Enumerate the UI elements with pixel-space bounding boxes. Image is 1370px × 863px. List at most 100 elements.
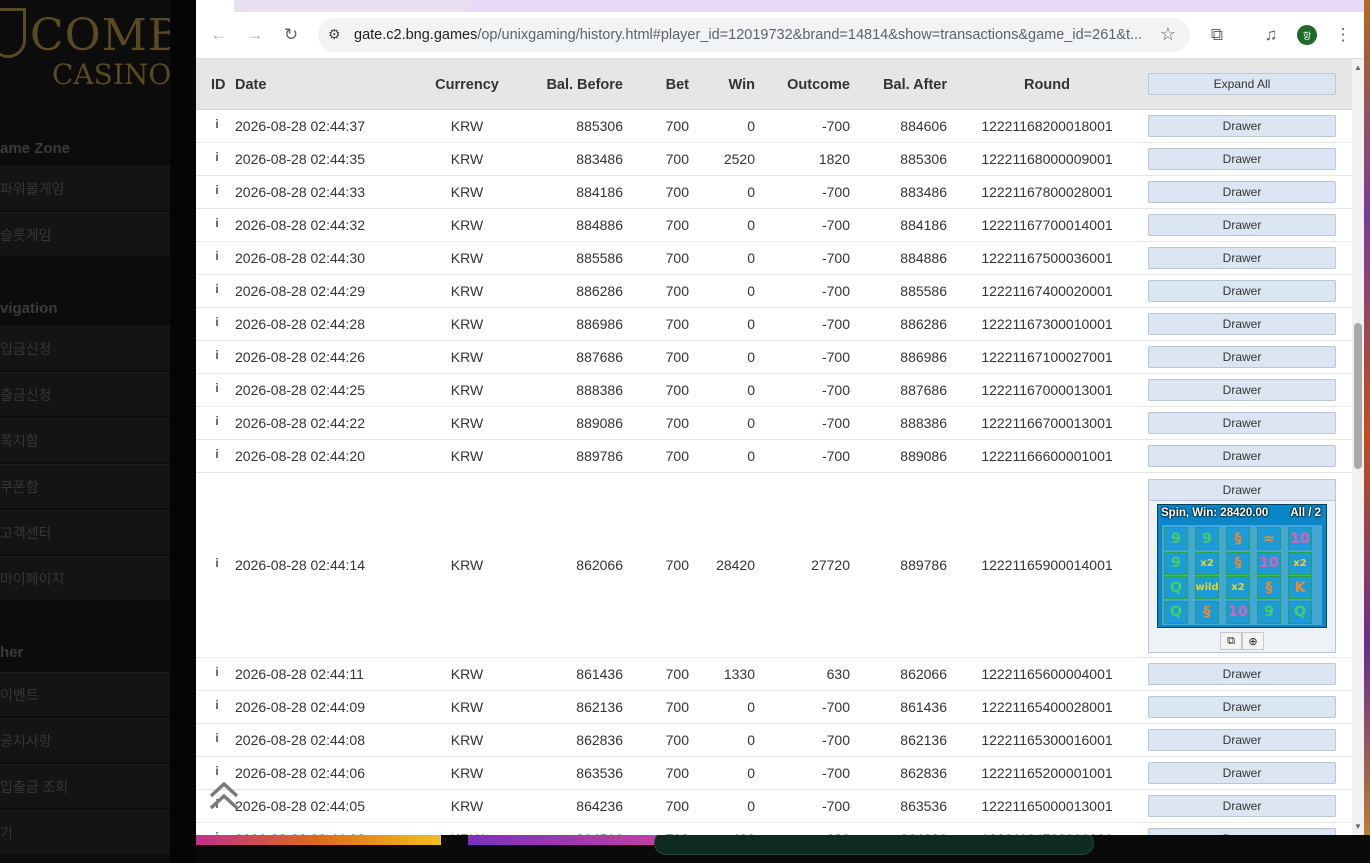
sidebar-item[interactable]: 슬롯게임 bbox=[0, 212, 170, 256]
cell-bal-before: 889786 bbox=[576, 448, 623, 464]
slot-symbol: § bbox=[1226, 527, 1250, 550]
zoom-icon[interactable]: ⊕ bbox=[1242, 632, 1264, 650]
info-icon[interactable]: i bbox=[212, 830, 222, 835]
sidebar-item[interactable]: 마이페이지 bbox=[0, 556, 170, 600]
cell-currency: KRW bbox=[450, 732, 484, 748]
drawer-button[interactable]: Drawer bbox=[1148, 280, 1336, 302]
cell-win: 0 bbox=[747, 765, 755, 781]
expand-all-button[interactable]: Expand All bbox=[1148, 73, 1336, 95]
cell-round: 12221167100027001 bbox=[981, 349, 1113, 365]
sidebar-item[interactable]: 고객센터 bbox=[0, 510, 170, 554]
drawer-button[interactable]: Drawer bbox=[1148, 445, 1336, 467]
profile-avatar[interactable]: 항 bbox=[1297, 25, 1317, 45]
cell-win: 420 bbox=[696, 831, 755, 835]
info-icon[interactable]: i bbox=[212, 348, 222, 362]
sidebar-item[interactable]: 공지사항 bbox=[0, 718, 170, 762]
reload-icon[interactable]: ↻ bbox=[278, 22, 304, 48]
tab-strip bbox=[196, 0, 1364, 12]
slot-symbol: wild bbox=[1195, 576, 1219, 599]
cell-currency: KRW bbox=[450, 699, 484, 715]
cell-outcome: -700 bbox=[821, 382, 850, 398]
info-icon[interactable]: i bbox=[212, 764, 222, 778]
spin-preview-image[interactable]: Spin, Win: 28420.00 All / 2 9 9 § ≈10 9 x2 § 10 x2… bbox=[1157, 504, 1327, 628]
cell-date: 2026-08-28 02:44:28 bbox=[235, 316, 365, 332]
tab[interactable] bbox=[196, 0, 234, 12]
info-icon[interactable]: i bbox=[212, 315, 222, 329]
slot-symbol: Q bbox=[1164, 600, 1188, 624]
cell-bet: 700 bbox=[665, 217, 689, 233]
drawer-button[interactable]: Drawer bbox=[1148, 663, 1336, 685]
drawer-button[interactable]: Drawer bbox=[1148, 828, 1336, 835]
info-icon[interactable]: i bbox=[212, 556, 222, 570]
info-icon[interactable]: i bbox=[212, 216, 222, 230]
cell-date: 2026-08-28 02:44:22 bbox=[235, 415, 365, 431]
sidebar-item[interactable]: 입출금 조회 bbox=[0, 764, 170, 808]
info-icon[interactable]: i bbox=[212, 282, 222, 296]
drawer-button[interactable]: Drawer bbox=[1148, 346, 1336, 368]
drawer-button[interactable]: Drawer bbox=[1148, 795, 1336, 817]
info-icon[interactable]: i bbox=[212, 249, 222, 263]
drawer-button[interactable]: Drawer bbox=[1148, 148, 1336, 170]
col-bet: Bet bbox=[665, 77, 689, 93]
drawer-button[interactable]: Drawer bbox=[1148, 115, 1336, 137]
bookmark-star-icon[interactable]: ☆ bbox=[1160, 24, 1176, 45]
drawer-button[interactable]: Drawer bbox=[1148, 181, 1336, 203]
back-arrow-icon[interactable]: ← bbox=[206, 22, 232, 48]
sidebar-item[interactable]: 파워볼게임 bbox=[0, 166, 170, 210]
sidebar-item[interactable]: 입금신청 bbox=[0, 326, 170, 370]
forward-arrow-icon[interactable]: → bbox=[242, 22, 268, 48]
scroll-up-arrow-icon[interactable]: ▲ bbox=[1354, 63, 1362, 72]
info-icon[interactable]: i bbox=[212, 447, 222, 461]
info-icon[interactable]: i bbox=[212, 665, 222, 679]
sidebar-item[interactable]: 이벤트 bbox=[0, 672, 170, 716]
vertical-scrollbar[interactable]: ▲ ▼ bbox=[1352, 59, 1364, 835]
drawer-button[interactable]: Drawer bbox=[1148, 214, 1336, 236]
scroll-down-arrow-icon[interactable]: ▼ bbox=[1354, 822, 1362, 831]
sidebar-item[interactable]: 출금신청 bbox=[0, 372, 170, 416]
extensions-icon[interactable]: ⧉ bbox=[1204, 22, 1230, 48]
sidebar-item[interactable]: 쿠폰함 bbox=[0, 464, 170, 508]
copy-icon[interactable]: ⧉ bbox=[1220, 632, 1242, 650]
drawer-button[interactable]: Drawer bbox=[1148, 479, 1336, 501]
screen: COMBO CASINO ame Zone 파워볼게임 슬롯게임 vigatio… bbox=[0, 0, 1370, 863]
url-text[interactable]: gate.c2.bng.games/op/unixgaming/history.… bbox=[354, 27, 1144, 43]
info-icon[interactable]: i bbox=[212, 414, 222, 428]
cell-bal-after: 863536 bbox=[900, 798, 947, 814]
drawer-button[interactable]: Drawer bbox=[1148, 247, 1336, 269]
sidebar-item[interactable]: 쪽지함 bbox=[0, 418, 170, 462]
info-icon[interactable]: i bbox=[212, 150, 222, 164]
drawer-button[interactable]: Drawer bbox=[1148, 412, 1336, 434]
scroll-to-top-chevron-icon[interactable] bbox=[208, 780, 240, 814]
cell-currency: KRW bbox=[450, 151, 484, 167]
info-icon[interactable]: i bbox=[212, 117, 222, 131]
cell-bal-before: 861436 bbox=[576, 666, 623, 682]
menu-kebab-icon[interactable]: ⋮ bbox=[1330, 22, 1356, 48]
sidebar-item[interactable]: 기 bbox=[0, 810, 170, 854]
cell-bal-after: 886986 bbox=[900, 349, 947, 365]
address-bar[interactable]: ⚙ gate.c2.bng.games/op/unixgaming/histor… bbox=[318, 18, 1190, 52]
info-icon[interactable]: i bbox=[212, 698, 222, 712]
drawer-button[interactable]: Drawer bbox=[1148, 313, 1336, 335]
tab-active[interactable] bbox=[468, 0, 1364, 12]
site-info-icon[interactable]: ⚙ bbox=[328, 26, 341, 43]
url-host: gate.c2.bng.games bbox=[354, 27, 478, 43]
info-icon[interactable]: i bbox=[212, 731, 222, 745]
slot-symbol: x2 bbox=[1195, 551, 1219, 575]
info-icon[interactable]: i bbox=[212, 381, 222, 395]
cell-bal-after: 888386 bbox=[900, 415, 947, 431]
media-control-icon[interactable]: ♫ bbox=[1258, 22, 1284, 48]
drawer-button[interactable]: Drawer bbox=[1148, 729, 1336, 751]
cell-bal-before: 862066 bbox=[576, 557, 623, 573]
drawer-button[interactable]: Drawer bbox=[1148, 379, 1336, 401]
scrollbar-thumb[interactable] bbox=[1354, 323, 1362, 469]
cell-outcome: -700 bbox=[821, 349, 850, 365]
info-icon[interactable]: i bbox=[212, 183, 222, 197]
cell-win: 0 bbox=[747, 217, 755, 233]
slot-symbol: Q bbox=[1164, 576, 1188, 599]
table-row: i 2026-08-28 02:44:05 KRW 864236 700 0 -700 863… bbox=[196, 790, 1352, 823]
cell-date: 2026-08-28 02:44:20 bbox=[235, 448, 365, 464]
drawer-button[interactable]: Drawer bbox=[1148, 762, 1336, 784]
drawer-button[interactable]: Drawer bbox=[1148, 696, 1336, 718]
cell-currency: KRW bbox=[450, 349, 484, 365]
cell-bal-after: 864236 bbox=[856, 831, 947, 835]
